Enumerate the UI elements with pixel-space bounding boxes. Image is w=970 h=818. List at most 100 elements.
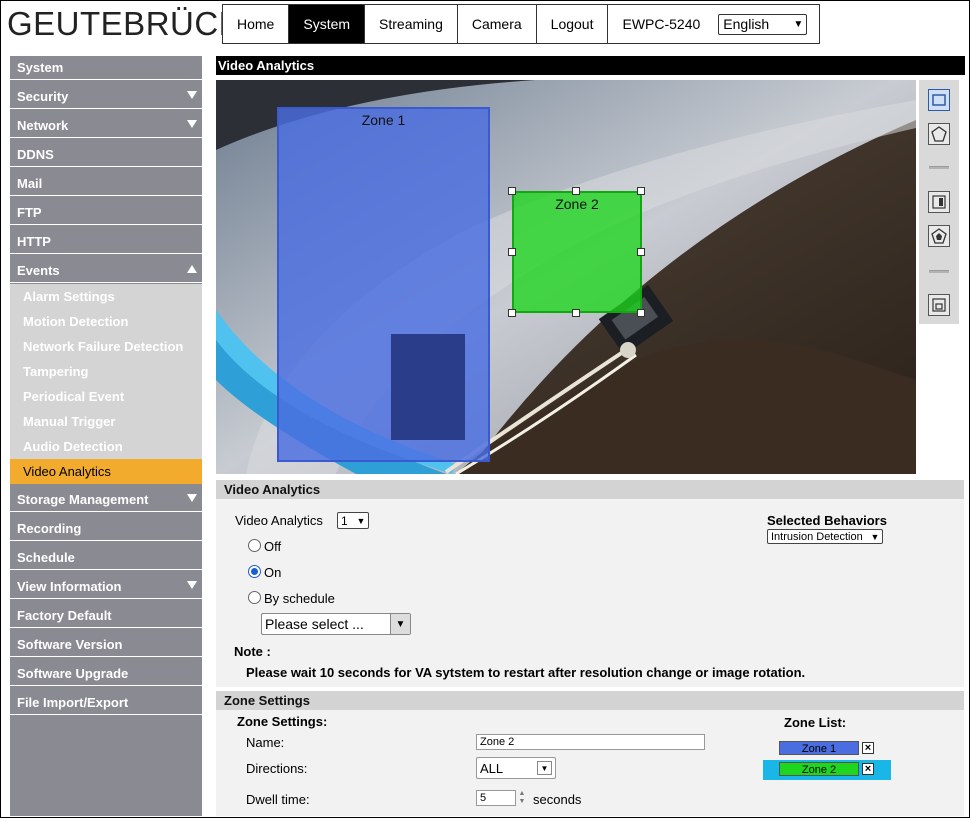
zone-name-input[interactable]: Zone 2 (476, 734, 705, 750)
chevron-down-icon: ▼ (870, 531, 880, 542)
resize-handle-icon[interactable] (508, 248, 516, 256)
chevron-down-icon: ▼ (537, 761, 552, 775)
resize-handle-icon[interactable] (637, 248, 645, 256)
draw-rectangle-button[interactable] (928, 89, 950, 111)
resize-handle-icon[interactable] (508, 309, 516, 317)
sidebar-item-security[interactable]: Security (10, 85, 202, 109)
exclude-rectangle-button[interactable] (928, 191, 950, 213)
draw-polygon-button[interactable] (928, 123, 950, 145)
toolbar-divider (929, 166, 949, 169)
va-off-radio[interactable] (248, 539, 261, 552)
tab-streaming[interactable]: Streaming (365, 5, 458, 43)
resize-handle-icon[interactable] (637, 309, 645, 317)
sidebar-item-file-import-export[interactable]: File Import/Export (10, 691, 202, 715)
sidebar-sub-manual-trigger[interactable]: Manual Trigger (10, 409, 202, 434)
sidebar-item-http[interactable]: HTTP (10, 230, 202, 254)
zone-2-overlay[interactable]: Zone 2 (512, 191, 642, 313)
resize-handle-icon[interactable] (637, 187, 645, 195)
chevron-down-icon: ▼ (390, 614, 410, 634)
expand-arrow-icon (187, 91, 197, 99)
expand-arrow-icon (187, 494, 197, 502)
resize-handle-icon[interactable] (508, 187, 516, 195)
model-name: EWPC-5240 (622, 16, 701, 32)
zone-settings-panel: Zone Settings: Name: Zone 2 Directions: … (216, 710, 964, 816)
sidebar-item-ddns[interactable]: DDNS (10, 143, 202, 167)
sidebar-item-label: Recording (17, 521, 82, 536)
sidebar-item-network[interactable]: Network (10, 114, 202, 138)
zone-settings-subtitle: Zone Settings: (237, 714, 328, 729)
va-schedule-label: By schedule (264, 591, 335, 606)
sidebar-item-events[interactable]: Events (10, 259, 202, 283)
sidebar-sub-motion-detection[interactable]: Motion Detection (10, 309, 202, 334)
tab-home[interactable]: Home (223, 5, 290, 43)
tab-logout[interactable]: Logout (537, 5, 609, 43)
sidebar-item-software-version[interactable]: Software Version (10, 633, 202, 657)
va-on-radio[interactable] (248, 565, 261, 578)
zone-list-label: Zone List: (784, 715, 847, 730)
exclude-rectangle-icon (932, 195, 946, 209)
rectangle-icon (932, 94, 946, 106)
va-on-label: On (264, 565, 282, 580)
selected-behaviors-label: Selected Behaviors (767, 513, 887, 528)
sidebar-item-label: View Information (17, 579, 122, 594)
behavior-select[interactable]: Intrusion Detection ▼ (767, 529, 883, 544)
exclude-polygon-icon (931, 228, 947, 244)
directions-label: Directions: (246, 761, 308, 776)
sidebar-item-mail[interactable]: Mail (10, 172, 202, 196)
sidebar-item-factory-default[interactable]: Factory Default (10, 604, 202, 628)
directions-value: ALL (480, 760, 504, 776)
sidebar-item-label: File Import/Export (17, 695, 129, 710)
delete-zone-2-icon[interactable]: × (862, 763, 874, 775)
directions-select[interactable]: ALL ▼ (476, 757, 556, 779)
zone-list-item-2[interactable]: Zone 2 (779, 762, 859, 776)
exclude-polygon-button[interactable] (928, 225, 950, 247)
sidebar-sub-network-failure-detection[interactable]: Network Failure Detection (10, 334, 202, 359)
tab-camera[interactable]: Camera (458, 5, 537, 43)
app-frame: GEUTEBRÜCK Home System Streaming Camera … (0, 0, 970, 818)
top-navigation: Home System Streaming Camera Logout EWPC… (222, 4, 821, 44)
sidebar-item-label: Storage Management (17, 492, 149, 507)
delete-zone-1-icon[interactable]: × (862, 742, 874, 754)
sidebar-sub-audio-detection[interactable]: Audio Detection (10, 434, 202, 459)
zone-list-row-1[interactable]: Zone 1 × (778, 739, 882, 757)
sidebar-sub-alarm-settings[interactable]: Alarm Settings (10, 284, 202, 309)
zone-2-label: Zone 2 (555, 196, 599, 212)
sidebar-item-view-information[interactable]: View Information (10, 575, 202, 599)
sidebar-item-recording[interactable]: Recording (10, 517, 202, 541)
sidebar-item-storage-management[interactable]: Storage Management (10, 488, 202, 512)
sidebar-sub-periodical-event[interactable]: Periodical Event (10, 384, 202, 409)
dwell-unit-label: seconds (533, 792, 582, 807)
schedule-placeholder: Please select ... (265, 616, 364, 632)
va-channel-select[interactable]: 1 ▼ (337, 512, 369, 529)
va-label: Video Analytics (235, 513, 323, 528)
sidebar-item-ftp[interactable]: FTP (10, 201, 202, 225)
sidebar-item-label: Software Upgrade (17, 666, 129, 681)
resize-handle-icon[interactable] (572, 187, 580, 195)
sidebar-item-schedule[interactable]: Schedule (10, 546, 202, 570)
dwell-time-label: Dwell time: (246, 792, 310, 807)
sidebar-item-label: Security (17, 89, 69, 104)
va-section-header: Video Analytics (216, 480, 964, 499)
sidebar-sub-tampering[interactable]: Tampering (10, 359, 202, 384)
zone-drawing-toolbar (919, 80, 959, 324)
sidebar-item-software-upgrade[interactable]: Software Upgrade (10, 662, 202, 686)
sidebar-item-label: System (17, 60, 64, 75)
schedule-select[interactable]: Please select ... ▼ (261, 613, 411, 635)
toolbar-divider (929, 270, 949, 273)
resize-handle-icon[interactable] (572, 309, 580, 317)
sidebar: System Security Network DDNS Mail FTP HT… (10, 56, 202, 816)
spinner-arrows-icon[interactable]: ▲ ▼ (517, 790, 527, 806)
language-select[interactable]: English ▼ (718, 13, 808, 35)
zone-list-item-1[interactable]: Zone 1 (779, 741, 859, 755)
sidebar-sub-video-analytics[interactable]: Video Analytics (10, 459, 202, 484)
video-preview[interactable]: Zone 1 Zone 2 (216, 80, 916, 474)
va-schedule-radio[interactable] (248, 591, 261, 604)
dwell-time-input[interactable]: 5 (476, 790, 516, 806)
sidebar-item-system[interactable]: System (10, 56, 202, 80)
zone-name-label: Name: (246, 735, 285, 750)
brand-logo: GEUTEBRÜCK (7, 5, 242, 42)
zone-1-overlay[interactable]: Zone 1 (277, 107, 490, 462)
zone-list-row-2[interactable]: Zone 2 × (763, 760, 891, 780)
minimum-size-button[interactable] (928, 294, 950, 316)
tab-system[interactable]: System (289, 5, 366, 43)
